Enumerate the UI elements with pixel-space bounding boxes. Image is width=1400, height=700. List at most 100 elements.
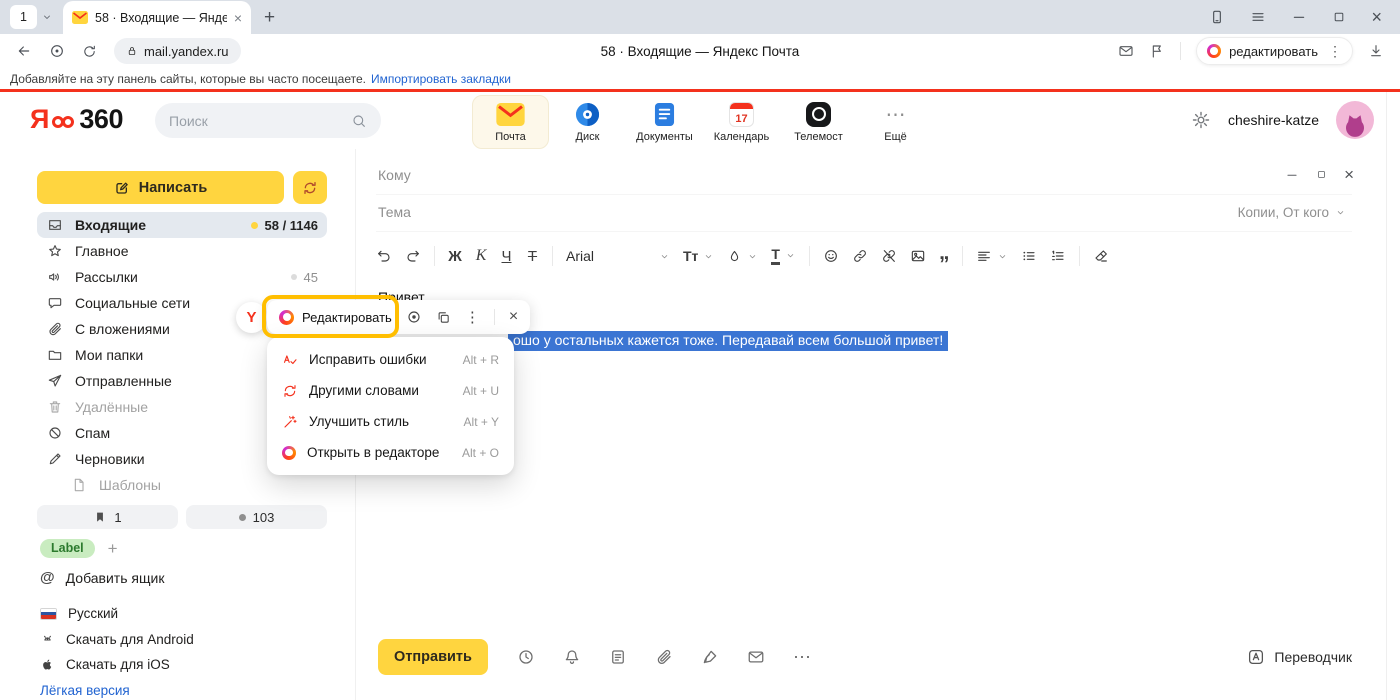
redo-button[interactable] (405, 248, 421, 264)
new-tab-button[interactable]: + (264, 8, 275, 27)
refresh-icon (302, 180, 318, 196)
service-more[interactable]: ⋯ Ещё (857, 95, 934, 149)
unread-dot (251, 222, 258, 229)
compose-button[interactable]: Написать (37, 171, 284, 204)
menu-item-rephrase[interactable]: Другими словами Alt + U (267, 375, 514, 406)
devices-sync-icon[interactable] (1209, 9, 1225, 25)
user-avatar[interactable] (1336, 101, 1374, 139)
highlight-color-button[interactable] (727, 249, 758, 264)
to-label[interactable]: Кому (378, 167, 411, 183)
back-icon[interactable] (16, 43, 32, 59)
menu-item-open-editor[interactable]: Открыть в редакторе Alt + O (267, 437, 514, 468)
font-family-select[interactable]: Arial (566, 248, 670, 264)
dot-counter-pill[interactable]: 103 (186, 505, 327, 529)
link-button[interactable] (852, 248, 868, 264)
more-services-icon: ⋯ (886, 101, 906, 127)
light-version-link[interactable]: Лёгкая версия (40, 678, 194, 700)
search-input[interactable] (169, 113, 351, 129)
import-bookmarks-link[interactable]: Импортировать закладки (371, 72, 511, 86)
gpt-assistant-button[interactable]: Y (236, 302, 267, 333)
minimize-window-icon[interactable] (1291, 9, 1307, 25)
subject-label[interactable]: Тема (378, 204, 411, 220)
menu-item-fix-errors[interactable]: Исправить ошибки Alt + R (267, 344, 514, 375)
bullet-list-button[interactable] (1021, 248, 1037, 264)
downloads-icon[interactable] (1368, 43, 1384, 59)
editor-extension-button[interactable]: редактировать ⋮ (1196, 37, 1353, 65)
folder-important[interactable]: Главное (37, 238, 327, 264)
format-toolbar: Ж К Ч T Arial Тт Т „ (376, 239, 1122, 273)
service-disk[interactable]: Диск (549, 95, 626, 149)
extension-menu-icon[interactable]: ⋮ (1328, 43, 1342, 60)
refresh-button[interactable] (293, 171, 327, 204)
gpt-toolbar-close-icon[interactable]: × (509, 309, 518, 325)
tab-close-icon[interactable]: × (234, 11, 242, 25)
menu-item-improve-style[interactable]: Улучшить стиль Alt + Y (267, 406, 514, 437)
service-telemost[interactable]: Телемост (780, 95, 857, 149)
search-icon[interactable] (351, 113, 367, 129)
settings-gear-icon[interactable] (1191, 110, 1211, 130)
maximize-window-icon[interactable] (1332, 10, 1346, 24)
italic-button[interactable]: К (475, 247, 487, 265)
user-name[interactable]: cheshire-katze (1228, 112, 1319, 128)
text-color-button[interactable]: Т (771, 247, 796, 265)
align-button[interactable] (976, 248, 1008, 264)
service-calendar[interactable]: 17 Календарь (703, 95, 780, 149)
download-android-link[interactable]: Скачать для Android (40, 627, 194, 653)
chat-bubble-icon (46, 295, 64, 311)
bold-button[interactable]: Ж (448, 248, 462, 265)
collapse-compose-icon[interactable] (1285, 168, 1299, 182)
reload-icon[interactable] (82, 44, 97, 59)
download-ios-link[interactable]: Скачать для iOS (40, 652, 194, 678)
browser-tab[interactable]: 58 · Входящие — Янде × (63, 1, 251, 34)
alice-icon[interactable] (49, 43, 65, 59)
yandex360-logo[interactable]: Я 360 (30, 104, 123, 135)
divider (376, 194, 1352, 195)
browser-menu-icon[interactable] (1250, 9, 1266, 25)
expand-compose-icon[interactable] (1316, 169, 1327, 180)
emoji-button[interactable] (823, 248, 839, 264)
mail-shortcut-icon[interactable] (1118, 43, 1134, 59)
close-compose-icon[interactable]: × (1344, 166, 1354, 183)
folder-inbox[interactable]: Входящие 58 / 1146 (37, 212, 327, 238)
font-size-select[interactable]: Тт (683, 248, 714, 264)
undo-button[interactable] (376, 248, 392, 264)
service-mail[interactable]: Почта (472, 95, 549, 149)
label-tag[interactable]: Label (40, 539, 95, 558)
selected-text[interactable]: ошо у остальных кажется тоже. Передавай … (508, 331, 948, 351)
schedule-send-icon[interactable] (517, 648, 535, 666)
folder-newsletters[interactable]: Рассылки 45 (37, 264, 327, 290)
language-row[interactable]: Русский (40, 601, 194, 627)
send-button[interactable]: Отправить (378, 639, 488, 675)
template-icon[interactable] (609, 648, 627, 666)
close-window-icon[interactable]: × (1371, 7, 1382, 28)
numbered-list-button[interactable] (1050, 248, 1066, 264)
add-label-button[interactable]: + (108, 540, 118, 557)
translator-button[interactable]: Переводчик (1247, 648, 1352, 666)
copy-icon[interactable] (436, 310, 451, 325)
bookmark-flag-icon[interactable] (1149, 43, 1165, 59)
attach-letter-icon[interactable] (747, 648, 765, 666)
folder-templates[interactable]: Шаблоны (37, 472, 327, 498)
voice-readout-icon[interactable] (406, 309, 422, 325)
insert-image-button[interactable] (910, 248, 926, 264)
underline-button[interactable]: Ч (500, 248, 513, 265)
eraser-button[interactable] (1093, 248, 1109, 264)
gpt-edit-button[interactable]: Редактировать (267, 300, 404, 334)
more-options-icon[interactable]: ⋯ (793, 647, 812, 668)
reminder-bell-icon[interactable] (563, 648, 581, 666)
attach-file-icon[interactable] (655, 648, 673, 666)
cc-from-button[interactable]: Копии, От кого (1238, 205, 1346, 220)
strikethrough-button[interactable]: T (526, 248, 539, 265)
scrollbar-rail[interactable] (1386, 92, 1400, 700)
pen-signature-icon[interactable] (701, 648, 719, 666)
tab-list-chevron-icon[interactable] (41, 11, 53, 23)
tab-counter[interactable]: 1 (10, 5, 37, 29)
quote-button[interactable]: „ (939, 249, 950, 257)
add-mailbox-button[interactable]: @ Добавить ящик (40, 569, 164, 586)
service-docs[interactable]: Документы (626, 95, 703, 149)
url-field[interactable]: mail.yandex.ru (114, 38, 241, 64)
gpt-toolbar-menu-icon[interactable]: ⋮ (465, 308, 480, 326)
bookmarks-pill[interactable]: 1 (37, 505, 178, 529)
unlink-button[interactable] (881, 248, 897, 264)
search-box[interactable] (155, 103, 381, 138)
